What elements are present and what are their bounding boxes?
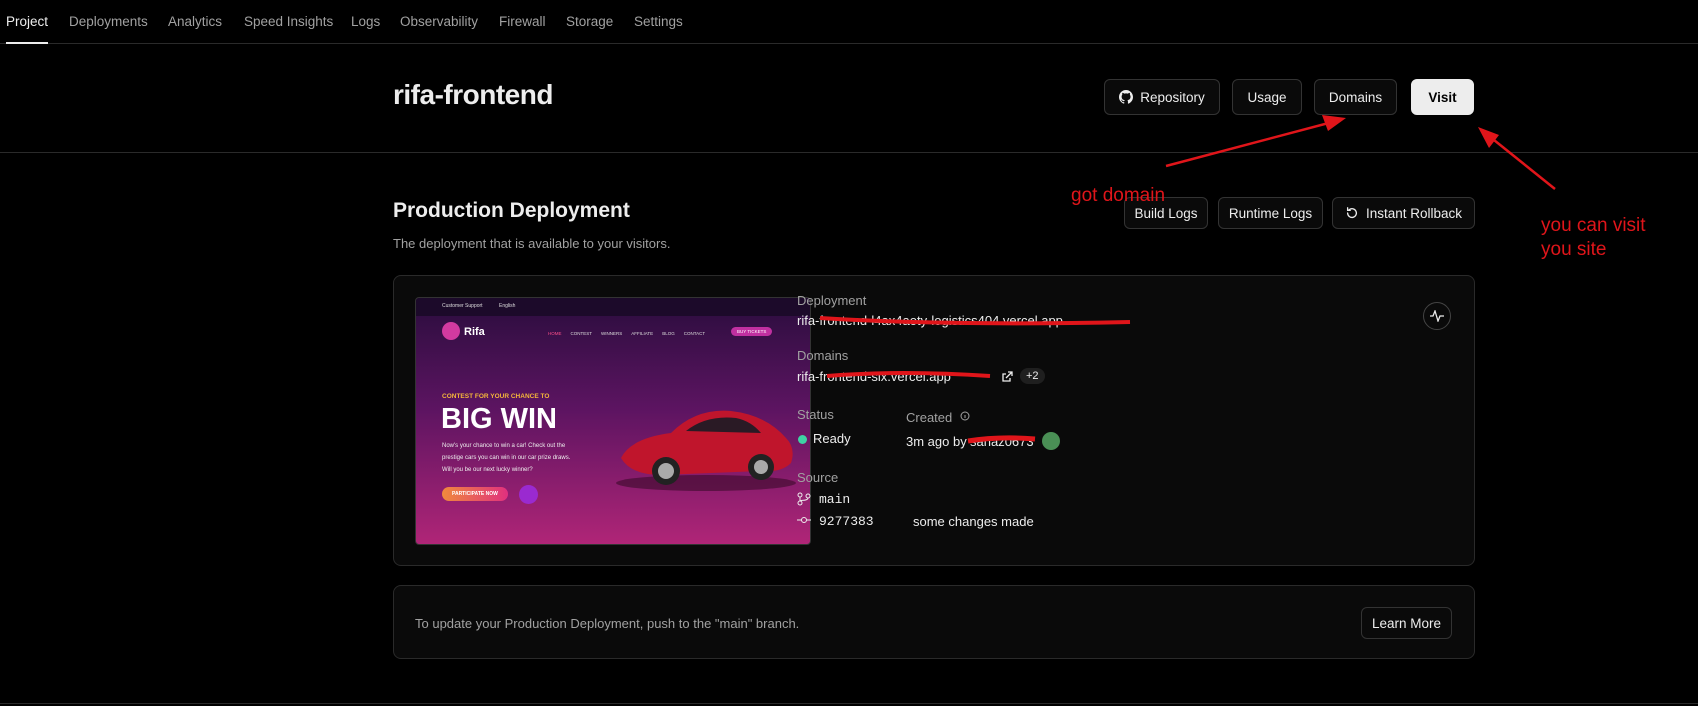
redaction-strike [967, 435, 1036, 444]
redaction-strike [819, 316, 1131, 326]
annotation-overlay [819, 115, 1556, 444]
redaction-strike [826, 371, 991, 378]
annotation-visit-line1: you can visit [1541, 215, 1646, 236]
arrow-head [1478, 127, 1499, 148]
arrow-to-domains [1165, 118, 1341, 168]
annotation-got-domain: got domain [1071, 185, 1166, 206]
annotation-visit-line2: you site [1541, 239, 1607, 260]
arrow-head [1322, 115, 1346, 131]
